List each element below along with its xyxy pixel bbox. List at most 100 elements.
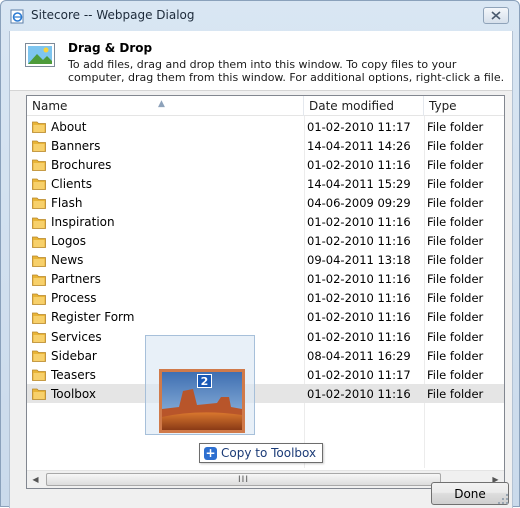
file-type: File folder: [427, 138, 484, 153]
drag-tooltip: + Copy to Toolbox: [199, 443, 324, 463]
file-type: File folder: [427, 272, 484, 287]
folder-icon: [32, 293, 46, 305]
picture-icon: [25, 43, 55, 67]
folder-icon: [32, 312, 46, 324]
file-date: 01-02-2010 11:16: [307, 329, 411, 344]
file-date: 01-02-2010 11:16: [307, 215, 411, 230]
file-name-cell[interactable]: Toolbox: [32, 387, 96, 401]
file-name-cell[interactable]: About: [32, 120, 86, 134]
table-row[interactable]: About 01-02-2010 11:17 File folder: [27, 117, 504, 136]
file-date: 14-04-2011 14:26: [307, 138, 411, 153]
file-type: File folder: [427, 119, 484, 134]
header-description: To add files, drag and drop them into th…: [68, 58, 505, 84]
file-name: Services: [51, 329, 102, 344]
close-button[interactable]: [483, 7, 509, 24]
title-bar[interactable]: Sitecore -- Webpage Dialog: [1, 1, 519, 31]
table-row[interactable]: Services 01-02-2010 11:16 File folder: [27, 327, 504, 346]
folder-icon: [32, 159, 46, 172]
file-name-cell[interactable]: Brochures: [32, 158, 111, 172]
file-name-cell[interactable]: Teasers: [32, 368, 96, 382]
folder-icon: [32, 369, 46, 382]
file-name-cell[interactable]: Sidebar: [32, 349, 97, 363]
file-name-cell[interactable]: News: [32, 253, 83, 267]
table-row[interactable]: Teasers 01-02-2010 11:17 File folder: [27, 365, 504, 384]
file-type: File folder: [427, 157, 484, 172]
file-type: File folder: [427, 195, 484, 210]
folder-icon: [32, 217, 46, 229]
file-name: Sidebar: [51, 348, 97, 363]
table-row[interactable]: Toolbox 01-02-2010 11:16 File folder: [27, 384, 504, 404]
file-name: Banners: [51, 138, 101, 153]
column-header-row: Name ▲ Date modified Type: [27, 96, 504, 116]
scrollbar-thumb[interactable]: III: [46, 473, 441, 486]
folder-icon: [32, 331, 46, 343]
file-date: 01-02-2010 11:16: [307, 310, 411, 325]
folder-icon: [32, 178, 46, 191]
file-name: Inspiration: [51, 215, 115, 230]
file-rows: About 01-02-2010 11:17 File folder Banners 1…: [27, 117, 504, 404]
file-name-cell[interactable]: Partners: [32, 272, 101, 286]
file-type: File folder: [427, 367, 484, 382]
file-name-cell[interactable]: Inspiration: [32, 215, 115, 229]
file-type: File folder: [427, 291, 484, 306]
folder-icon: [32, 121, 46, 133]
file-name-cell[interactable]: Register Form: [32, 310, 134, 324]
table-row[interactable]: Flash 04-06-2009 09:29 File folder: [27, 193, 504, 212]
file-name-cell[interactable]: Clients: [32, 177, 92, 191]
table-row[interactable]: Inspiration 01-02-2010 11:16 File folder: [27, 212, 504, 231]
table-row[interactable]: Logos 01-02-2010 11:16 File folder: [27, 232, 504, 251]
column-header-name[interactable]: Name ▲: [27, 96, 304, 116]
header-title: Drag & Drop: [68, 41, 153, 55]
file-date: 01-02-2010 11:16: [307, 386, 411, 401]
table-row[interactable]: Sidebar 08-04-2011 16:29 File folder: [27, 346, 504, 365]
dialog-header: Drag & Drop To add files, drag and drop …: [10, 31, 512, 91]
file-name-cell[interactable]: Flash: [32, 196, 82, 210]
table-row[interactable]: News 09-04-2011 13:18 File folder: [27, 251, 504, 270]
plus-icon: +: [204, 445, 217, 460]
drag-preview: 2: [145, 335, 255, 435]
file-name-cell[interactable]: Services: [32, 330, 102, 344]
window-title: Sitecore -- Webpage Dialog: [31, 8, 195, 22]
file-type: File folder: [427, 329, 484, 344]
file-name: Register Form: [51, 310, 135, 325]
dialog-content: Drag & Drop To add files, drag and drop …: [9, 31, 513, 508]
table-row[interactable]: Register Form 01-02-2010 11:16 File folder: [27, 308, 504, 327]
close-icon: [491, 11, 501, 20]
folder-icon: [32, 198, 46, 210]
table-row[interactable]: Partners 01-02-2010 11:16 File folder: [27, 270, 504, 289]
file-name: News: [51, 253, 84, 268]
dialog-window: Sitecore -- Webpage Dialog Drag & Drop T…: [0, 0, 520, 508]
file-type: File folder: [427, 215, 484, 230]
file-date: 01-02-2010 11:17: [307, 119, 411, 134]
scroll-left-arrow-icon[interactable]: ◀: [27, 471, 44, 488]
file-name: Logos: [51, 234, 87, 249]
file-name-cell[interactable]: Process: [32, 291, 97, 305]
column-header-type[interactable]: Type: [424, 96, 506, 116]
file-date: 09-04-2011 13:18: [307, 253, 411, 268]
resize-grip-icon[interactable]: [498, 494, 508, 504]
table-row[interactable]: Brochures 01-02-2010 11:16 File folder: [27, 155, 504, 174]
file-name-cell[interactable]: Logos: [32, 234, 86, 248]
folder-icon: [32, 274, 46, 286]
file-name: Clients: [51, 176, 92, 191]
file-date: 01-02-2010 11:16: [307, 291, 411, 306]
file-date: 01-02-2010 11:16: [307, 157, 411, 172]
sort-ascending-icon: ▲: [158, 99, 165, 109]
column-header-date[interactable]: Date modified: [304, 96, 424, 116]
table-row[interactable]: Clients 14-04-2011 15:29 File folder: [27, 174, 504, 193]
file-type: File folder: [427, 253, 484, 268]
file-list[interactable]: Name ▲ Date modified Type About 01-02-201…: [26, 95, 505, 489]
file-type: File folder: [427, 348, 484, 363]
file-date: 08-04-2011 16:29: [307, 348, 411, 363]
table-row[interactable]: Banners 14-04-2011 14:26 File folder: [27, 136, 504, 155]
file-name: Process: [51, 291, 97, 306]
drag-tooltip-label: Copy to Toolbox: [221, 446, 317, 460]
file-name: Flash: [51, 195, 83, 210]
table-row[interactable]: Process 01-02-2010 11:16 File folder: [27, 289, 504, 308]
folder-icon: [32, 388, 46, 401]
file-date: 01-02-2010 11:16: [307, 272, 411, 287]
file-date: 14-04-2011 15:29: [307, 176, 411, 191]
file-date: 04-06-2009 09:29: [307, 195, 411, 210]
file-type: File folder: [427, 176, 484, 191]
file-name-cell[interactable]: Banners: [32, 139, 100, 153]
